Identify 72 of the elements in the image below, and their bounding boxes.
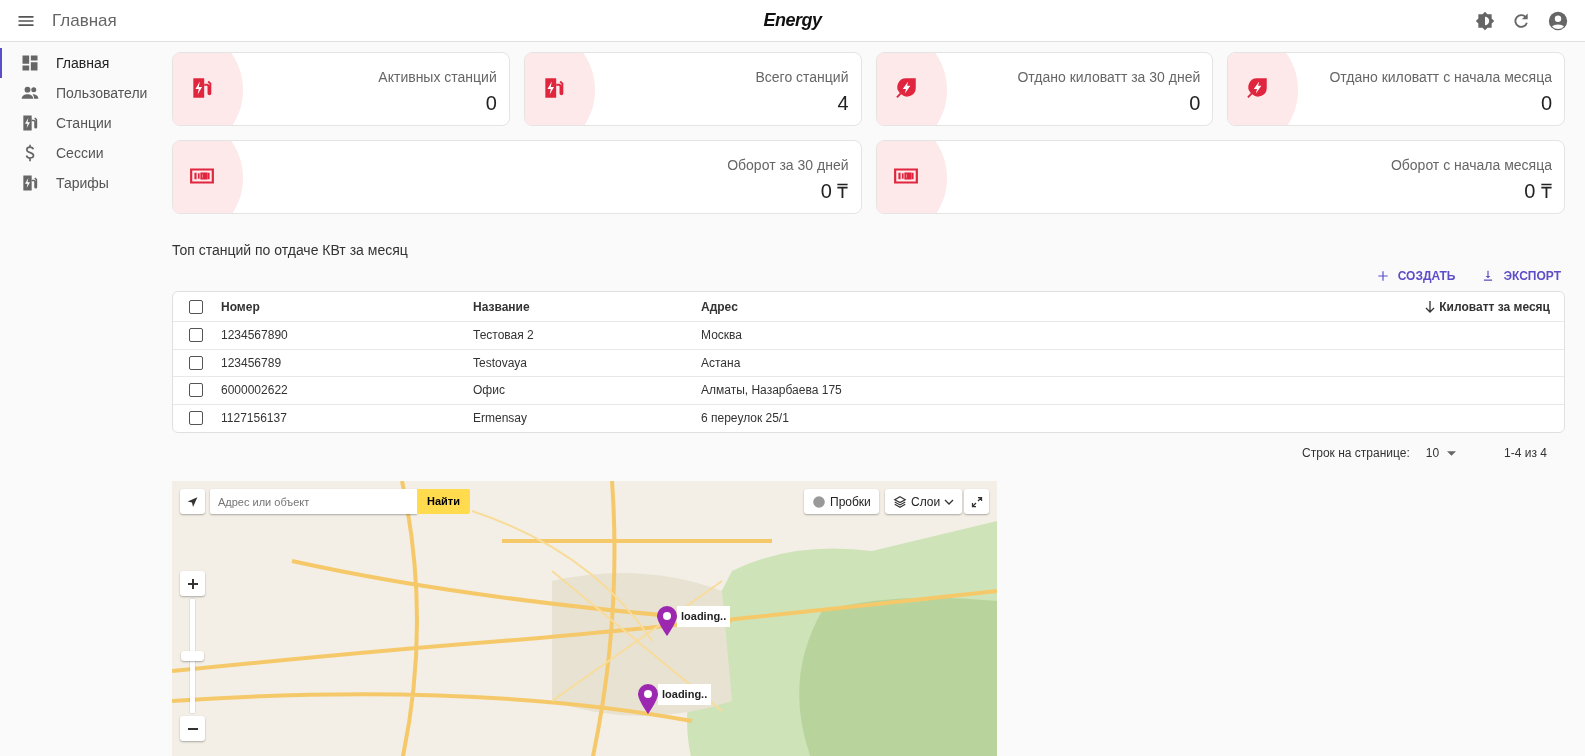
stat-value: 0 ₸ — [820, 179, 850, 204]
find-button[interactable]: Найти — [417, 489, 470, 514]
charging-station-icon — [20, 113, 40, 133]
account-icon[interactable] — [1547, 9, 1569, 32]
marker-label: loading.. — [658, 684, 712, 705]
stat-value: 0 — [1540, 91, 1553, 116]
stat-label: Отдано киловатт за 30 дней — [1017, 68, 1202, 87]
layers-button[interactable]: Слои — [885, 489, 963, 514]
column-header[interactable]: Адрес — [701, 297, 1426, 316]
marker-label: loading.. — [677, 606, 731, 627]
checkbox[interactable] — [189, 383, 203, 398]
action-button[interactable]: СОЗДАТЬ — [1371, 267, 1460, 285]
action-button[interactable]: ЭКСПОРТ — [1477, 267, 1565, 285]
map-pin-icon[interactable] — [638, 684, 658, 714]
stat-value: 4 — [837, 91, 850, 116]
stat-value: 0 — [485, 91, 498, 116]
dropdown-icon — [1447, 450, 1457, 456]
zoom-in-button[interactable] — [180, 571, 205, 596]
column-header[interactable]: Номер — [221, 297, 473, 316]
plus-icon — [1375, 269, 1390, 283]
stat-label: Оборот с начала месяца — [1390, 156, 1553, 175]
page-range: 1-4 из 4 — [1504, 445, 1547, 462]
layers-icon — [893, 494, 907, 509]
stat-value: 0 ₸ — [1524, 179, 1553, 204]
fullscreen-button[interactable] — [964, 489, 989, 514]
stat-label: Всего станций — [755, 68, 850, 87]
dashboard-icon — [20, 53, 40, 73]
table-cell-text: Офис — [473, 382, 506, 400]
table-cell-text: Testovaya — [473, 354, 529, 372]
checkbox[interactable] — [189, 299, 203, 314]
column-header[interactable]: Киловатт за месяц — [1425, 297, 1564, 316]
sidebar-item[interactable]: Главная — [0, 48, 160, 78]
table-cell-text: 6000002622 — [221, 382, 289, 400]
plus-icon — [186, 577, 199, 590]
zoom-slider[interactable] — [181, 599, 204, 713]
stat-label: Активных станций — [378, 68, 498, 87]
sidebar-item[interactable]: Сессии — [0, 138, 160, 168]
column-header[interactable]: Название — [473, 297, 701, 316]
traffic-button[interactable]: Пробки — [804, 489, 879, 514]
checkbox[interactable] — [189, 328, 203, 343]
stat-label: Оборот за 30 дней — [727, 156, 850, 175]
checkbox[interactable] — [189, 355, 203, 370]
table-cell-text: Тестовая 2 — [473, 327, 535, 345]
address-search-field[interactable]: Адрес или объект — [210, 489, 417, 514]
rows-per-page-select[interactable]: 10 — [1425, 444, 1457, 462]
expand-icon — [970, 495, 983, 508]
table-cell-text: Ermensay — [473, 410, 529, 428]
stat-value: 0 — [1189, 91, 1202, 116]
table-cell-text: Москва — [701, 327, 743, 345]
stat-label: Отдано киловатт с начала месяца — [1329, 68, 1553, 87]
sidebar-item[interactable]: Пользователи — [0, 78, 160, 108]
page-title: Главная — [52, 9, 117, 32]
sidebar-item[interactable]: Тарифы — [0, 168, 160, 198]
checkbox[interactable] — [189, 411, 203, 426]
table-title: Топ станций по отдаче КВт за месяц — [172, 241, 409, 260]
zoom-out-button[interactable] — [180, 716, 205, 741]
table-cell-text: 123456789 — [221, 354, 283, 372]
table-cell-text: 1127156137 — [221, 410, 288, 428]
sidebar-item[interactable]: Станции — [0, 108, 160, 138]
table-cell-text: 6 переулок 25/1 — [701, 410, 790, 428]
rows-per-page-label: Строк на странице: — [1302, 445, 1410, 462]
zoom-handle[interactable] — [181, 651, 204, 661]
charging-station-icon — [20, 173, 40, 193]
map-pin-icon[interactable] — [657, 606, 677, 636]
table-cell-text: Астана — [701, 354, 742, 372]
sort-arrow-icon — [1425, 300, 1436, 313]
locate-button[interactable] — [180, 489, 205, 514]
brightness-icon[interactable] — [1475, 10, 1495, 31]
table-cell-text: 1234567890 — [221, 327, 289, 345]
traffic-icon — [812, 494, 826, 509]
table-cell-text: Алматы, Назарбаева 175 — [701, 382, 843, 400]
logo: Energy — [763, 10, 822, 30]
